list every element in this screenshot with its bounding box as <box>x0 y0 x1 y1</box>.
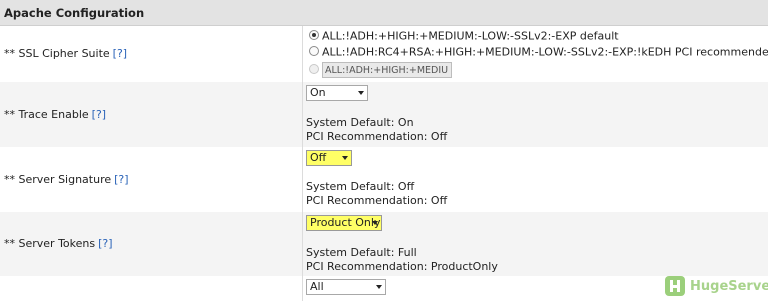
ssl-cipher-option-pci[interactable]: ALL:!ADH:RC4+RSA:+HIGH:+MEDIUM:-LOW:-SSL… <box>309 45 768 61</box>
server-tokens-row: ** Server Tokens [?] Product Only System … <box>0 212 768 276</box>
ssl-cipher-suite-label: ** SSL Cipher Suite [?] <box>4 47 128 60</box>
next-setting-select[interactable]: All <box>306 279 386 295</box>
ssl-cipher-suite-row: ** SSL Cipher Suite [?] ALL:!ADH:+HIGH:+M… <box>0 26 768 82</box>
chevron-down-icon <box>342 156 348 160</box>
server-tokens-label: ** Server Tokens [?] <box>4 237 113 250</box>
server-tokens-pci-recommendation: PCI Recommendation: ProductOnly <box>306 260 498 273</box>
server-signature-row: ** Server Signature [?] Off System Defaul… <box>0 147 768 212</box>
server-tokens-help-link[interactable]: [?] <box>98 237 112 250</box>
section-header: Apache Configuration <box>0 0 768 26</box>
trace-enable-pci-recommendation: PCI Recommendation: Off <box>306 130 448 143</box>
brand-watermark: HugeServer <box>665 276 768 296</box>
ssl-cipher-help-link[interactable]: [?] <box>113 47 127 60</box>
radio-button[interactable] <box>309 46 319 56</box>
trace-enable-row: ** Trace Enable [?] On System Default: On… <box>0 82 768 147</box>
server-signature-help-link[interactable]: [?] <box>114 173 128 186</box>
brand-name: HugeServer <box>690 278 768 294</box>
radio-button[interactable] <box>309 64 319 74</box>
trace-enable-label: ** Trace Enable [?] <box>4 108 107 121</box>
next-setting-row: All <box>0 276 768 301</box>
ssl-cipher-option-custom[interactable]: ALL:!ADH:+HIGH:+MEDIU <box>309 62 452 78</box>
ssl-cipher-option-default[interactable]: ALL:!ADH:+HIGH:+MEDIUM:-LOW:-SSLv2:-EXP … <box>309 29 619 45</box>
ssl-cipher-custom-input[interactable]: ALL:!ADH:+HIGH:+MEDIU <box>322 62 452 78</box>
server-signature-system-default: System Default: Off <box>306 180 415 193</box>
radio-button[interactable] <box>309 30 319 40</box>
server-signature-pci-recommendation: PCI Recommendation: Off <box>306 194 448 207</box>
trace-enable-select[interactable]: On <box>306 85 368 101</box>
server-tokens-system-default: System Default: Full <box>306 246 417 259</box>
server-signature-label: ** Server Signature [?] <box>4 173 129 186</box>
server-signature-select[interactable]: Off <box>306 150 352 166</box>
chevron-down-icon <box>376 285 382 289</box>
section-title: Apache Configuration <box>4 6 145 20</box>
trace-enable-help-link[interactable]: [?] <box>92 108 106 121</box>
trace-enable-system-default: System Default: On <box>306 116 414 129</box>
hugeserver-logo-icon <box>665 276 685 296</box>
chevron-down-icon <box>372 221 378 225</box>
chevron-down-icon <box>358 91 364 95</box>
server-tokens-select[interactable]: Product Only <box>306 215 382 231</box>
